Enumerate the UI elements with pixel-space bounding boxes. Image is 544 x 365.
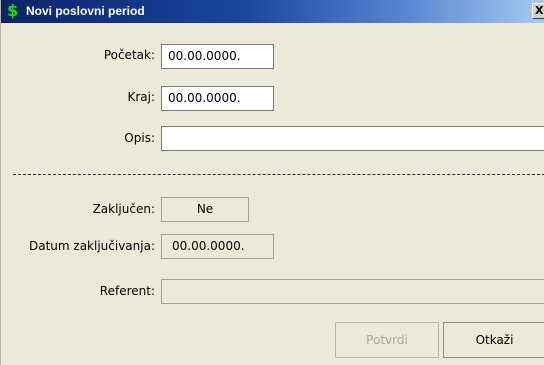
dollar-icon: $ xyxy=(7,1,19,20)
zakljucen-label: Zaključen: xyxy=(92,202,155,216)
close-button[interactable]: X xyxy=(532,3,544,19)
cancel-button[interactable]: Otkaži xyxy=(443,322,544,358)
dialog-window: $ Novi poslovni period X Početak: 00.00.… xyxy=(0,0,544,365)
opis-label: Opis: xyxy=(124,131,155,145)
datum-zakljucivanja-label: Datum zaključivanja: xyxy=(28,239,155,253)
pocetak-label: Početak: xyxy=(103,48,155,62)
kraj-input[interactable]: 00.00.0000. xyxy=(161,86,274,111)
title-bar[interactable]: $ Novi poslovni period X xyxy=(1,0,544,23)
confirm-button[interactable]: Potvrdi xyxy=(335,322,439,358)
opis-input[interactable] xyxy=(161,126,544,151)
close-icon: X xyxy=(535,4,544,17)
referent-field xyxy=(161,279,544,304)
pocetak-input[interactable]: 00.00.0000. xyxy=(161,44,274,69)
kraj-label: Kraj: xyxy=(127,90,155,104)
zakljucen-field: Ne xyxy=(161,197,249,222)
datum-zakljucivanja-field: 00.00.0000. xyxy=(161,234,274,259)
window-title: Novi poslovni period xyxy=(26,4,145,18)
referent-label: Referent: xyxy=(99,284,155,298)
section-separator xyxy=(13,174,544,175)
